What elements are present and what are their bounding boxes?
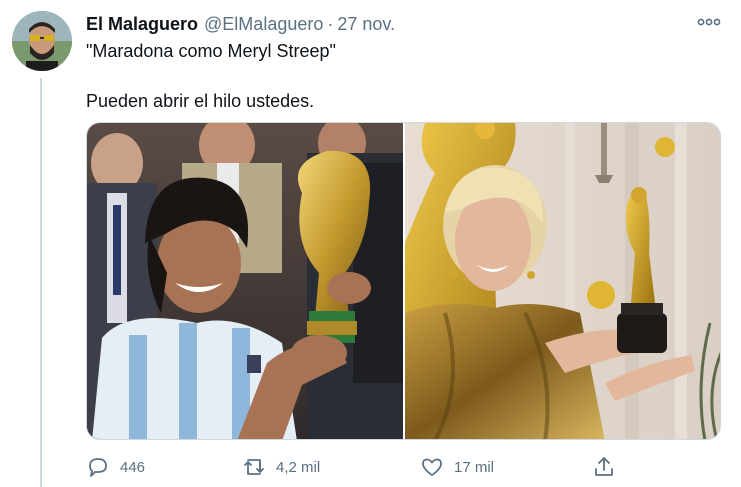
separator-dot: · [327,14,334,34]
more-horizontal-icon [697,18,721,26]
more-button[interactable] [692,10,726,34]
tweet-date[interactable]: 27 nov. [337,14,395,34]
like-button[interactable]: 17 mil [420,453,494,481]
thread-line [40,78,42,487]
retweet-icon [242,455,266,479]
photo-meryl-streep[interactable] [404,123,720,439]
share-button[interactable] [592,453,616,481]
reply-icon [86,455,110,479]
share-icon [592,455,616,479]
avatar[interactable] [12,11,72,71]
heart-icon [420,455,444,479]
action-bar: 446 4,2 mil 17 mil [86,453,626,481]
tweet-header: El Malaguero @ElMalaguero · 27 nov. [86,12,395,36]
retweet-count: 4,2 mil [276,458,321,476]
tweet-text-line-2: Pueden abrir el hilo ustedes. [86,91,315,111]
tweet-text-line-1: "Maradona como Meryl Streep" [86,41,336,61]
retweet-button[interactable]: 4,2 mil [242,453,320,481]
like-count: 17 mil [454,458,495,476]
tweet[interactable]: El Malaguero @ElMalaguero · 27 nov. "Marado… [0,0,741,487]
reply-button[interactable]: 446 [86,453,145,481]
reply-count: 446 [120,458,146,476]
author-name[interactable]: El Malaguero [86,14,198,34]
media-grid [86,122,721,440]
author-handle[interactable]: @ElMalaguero [204,14,323,34]
photo-maradona[interactable] [87,123,403,439]
